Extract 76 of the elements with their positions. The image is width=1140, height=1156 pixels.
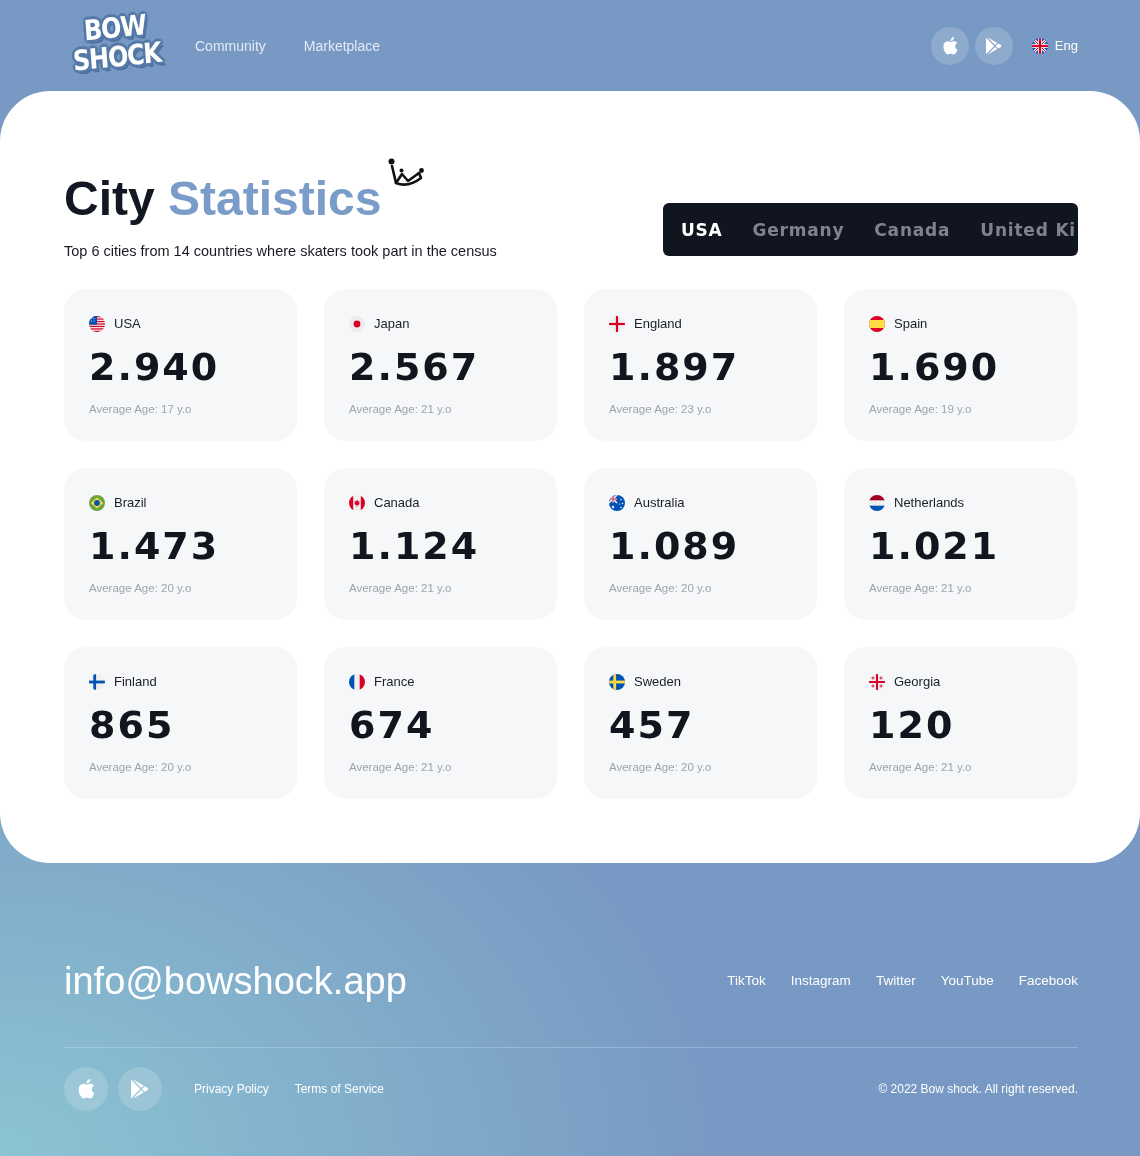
average-age: Average Age: 21 y.o <box>869 760 973 775</box>
brazil-flag-icon <box>89 495 105 511</box>
average-age: Average Age: 21 y.o <box>869 581 973 596</box>
country-tab[interactable]: USA <box>680 218 723 241</box>
skater-count: 1.473 <box>89 525 221 566</box>
brand-logo[interactable]: BOW SHOCK <box>67 8 164 76</box>
subtitle: Top 6 cities from 14 countries where skaters took part in the census <box>64 242 497 261</box>
skater-count: 1.089 <box>609 525 741 566</box>
social-link[interactable]: Instagram <box>790 972 851 990</box>
average-age: Average Age: 21 y.o <box>349 760 453 775</box>
skater-count: 674 <box>349 704 436 745</box>
skater-count: 1.124 <box>349 525 481 566</box>
average-age: Average Age: 17 y.o <box>89 402 193 417</box>
country-tab[interactable]: Germany <box>752 218 845 241</box>
country-name: Sweden <box>634 674 681 690</box>
skater-count: 2.940 <box>89 346 221 387</box>
average-age: Average Age: 20 y.o <box>609 760 713 775</box>
country-name: Canada <box>374 495 420 511</box>
canada-flag-icon <box>349 495 365 511</box>
apple-icon <box>941 36 958 55</box>
country-name: Japan <box>374 316 410 332</box>
country-name: Netherlands <box>894 495 965 511</box>
play-store-button[interactable] <box>974 26 1013 65</box>
france-flag-icon <box>349 674 365 690</box>
average-age: Average Age: 21 y.o <box>349 581 453 596</box>
country-name: France <box>374 674 415 690</box>
sweden-flag-icon <box>609 674 625 690</box>
skater-count: 1.690 <box>869 346 1001 387</box>
social-link[interactable]: Twitter <box>875 972 916 990</box>
australia-flag-icon <box>609 495 625 511</box>
copyright-text: © 2022 Bow shock. All right reserved. <box>878 1081 1078 1097</box>
uk-flag-icon <box>1031 37 1048 54</box>
skater-count: 865 <box>89 704 176 745</box>
play-icon <box>985 36 1002 55</box>
average-age: Average Age: 20 y.o <box>89 581 193 596</box>
country-name: Australia <box>634 495 685 511</box>
finland-flag-icon <box>89 674 105 690</box>
average-age: Average Age: 20 y.o <box>89 760 193 775</box>
social-link[interactable]: TikTok <box>727 972 766 990</box>
country-name: Brazil <box>114 495 147 511</box>
skater-count: 1.021 <box>869 525 1001 566</box>
legal-link[interactable]: Privacy Policy <box>194 1081 269 1097</box>
skater-count: 2.567 <box>349 346 481 387</box>
apple-icon <box>77 1079 95 1099</box>
play-icon <box>131 1079 149 1099</box>
average-age: Average Age: 23 y.o <box>609 402 713 417</box>
nav-link[interactable]: Marketplace <box>303 36 381 55</box>
app-store-button[interactable] <box>64 1067 108 1111</box>
email-link[interactable]: info@bowshock.app <box>64 959 407 1003</box>
us-flag-icon <box>89 316 105 332</box>
country-tab[interactable]: Canada <box>874 218 951 241</box>
nav-link[interactable]: Community <box>195 36 266 55</box>
skater-count: 457 <box>609 704 696 745</box>
country-name: England <box>634 316 682 332</box>
netherlands-flag-icon <box>869 495 885 511</box>
japan-flag-icon <box>349 316 365 332</box>
social-link[interactable]: YouTube <box>940 972 994 990</box>
legal-link[interactable]: Terms of Service <box>294 1081 385 1097</box>
average-age: Average Age: 20 y.o <box>609 581 713 596</box>
country-name: Spain <box>894 316 928 332</box>
social-link[interactable]: Facebook <box>1018 972 1078 990</box>
georgia-flag-icon <box>869 674 885 690</box>
country-tab[interactable]: United Ki <box>980 218 1076 241</box>
skater-count: 120 <box>869 704 956 745</box>
country-name: USA <box>114 316 141 332</box>
england-flag-icon <box>609 316 625 332</box>
spain-flag-icon <box>869 316 885 332</box>
page-title: City Statistics <box>64 171 382 227</box>
country-name: Georgia <box>894 674 941 690</box>
app-store-button[interactable] <box>930 26 969 65</box>
language-selector[interactable]: Eng <box>1031 37 1078 54</box>
average-age: Average Age: 21 y.o <box>349 402 453 417</box>
average-age: Average Age: 19 y.o <box>869 402 973 417</box>
play-store-button[interactable] <box>118 1067 162 1111</box>
skater-count: 1.897 <box>609 346 741 387</box>
country-name: Finland <box>114 674 157 690</box>
